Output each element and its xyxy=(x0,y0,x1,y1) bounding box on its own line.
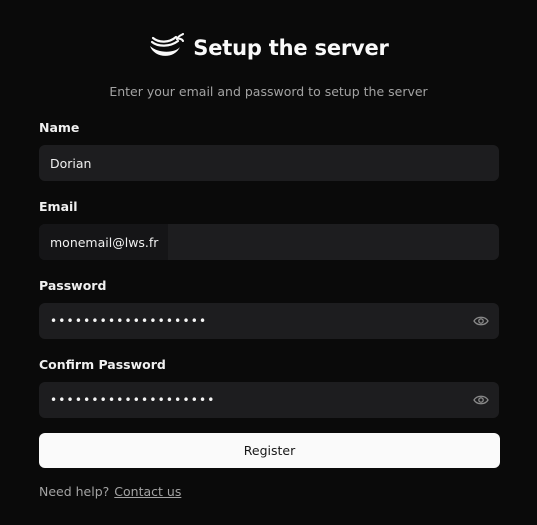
page-header: Setup the server xyxy=(0,31,537,65)
register-button[interactable]: Register xyxy=(39,433,500,468)
name-value: Dorian xyxy=(50,155,92,171)
confirm-password-value: •••••••••••••••••••• xyxy=(50,393,216,407)
help-label: Need help? xyxy=(39,484,110,499)
password-field[interactable]: ••••••••••••••••••• xyxy=(39,303,499,339)
name-label: Name xyxy=(39,120,80,135)
help-text: Need help? Contact us xyxy=(39,484,181,499)
email-field[interactable]: monemail@lws.fr xyxy=(39,224,499,260)
password-value: ••••••••••••••••••• xyxy=(50,314,208,328)
email-value: monemail@lws.fr xyxy=(39,224,169,260)
email-label: Email xyxy=(39,199,78,214)
confirm-password-field[interactable]: •••••••••••••••••••• xyxy=(39,382,499,418)
setup-page: Setup the server Enter your email and pa… xyxy=(0,0,537,525)
eye-icon[interactable] xyxy=(473,314,489,328)
whale-logo-icon xyxy=(150,33,185,56)
contact-us-link[interactable]: Contact us xyxy=(114,484,181,499)
page-title: Setup the server xyxy=(193,36,389,60)
eye-icon[interactable] xyxy=(473,393,489,407)
page-subtitle: Enter your email and password to setup t… xyxy=(109,84,428,99)
name-field[interactable]: Dorian xyxy=(39,145,499,181)
confirm-password-label: Confirm Password xyxy=(39,357,166,372)
password-label: Password xyxy=(39,278,107,293)
